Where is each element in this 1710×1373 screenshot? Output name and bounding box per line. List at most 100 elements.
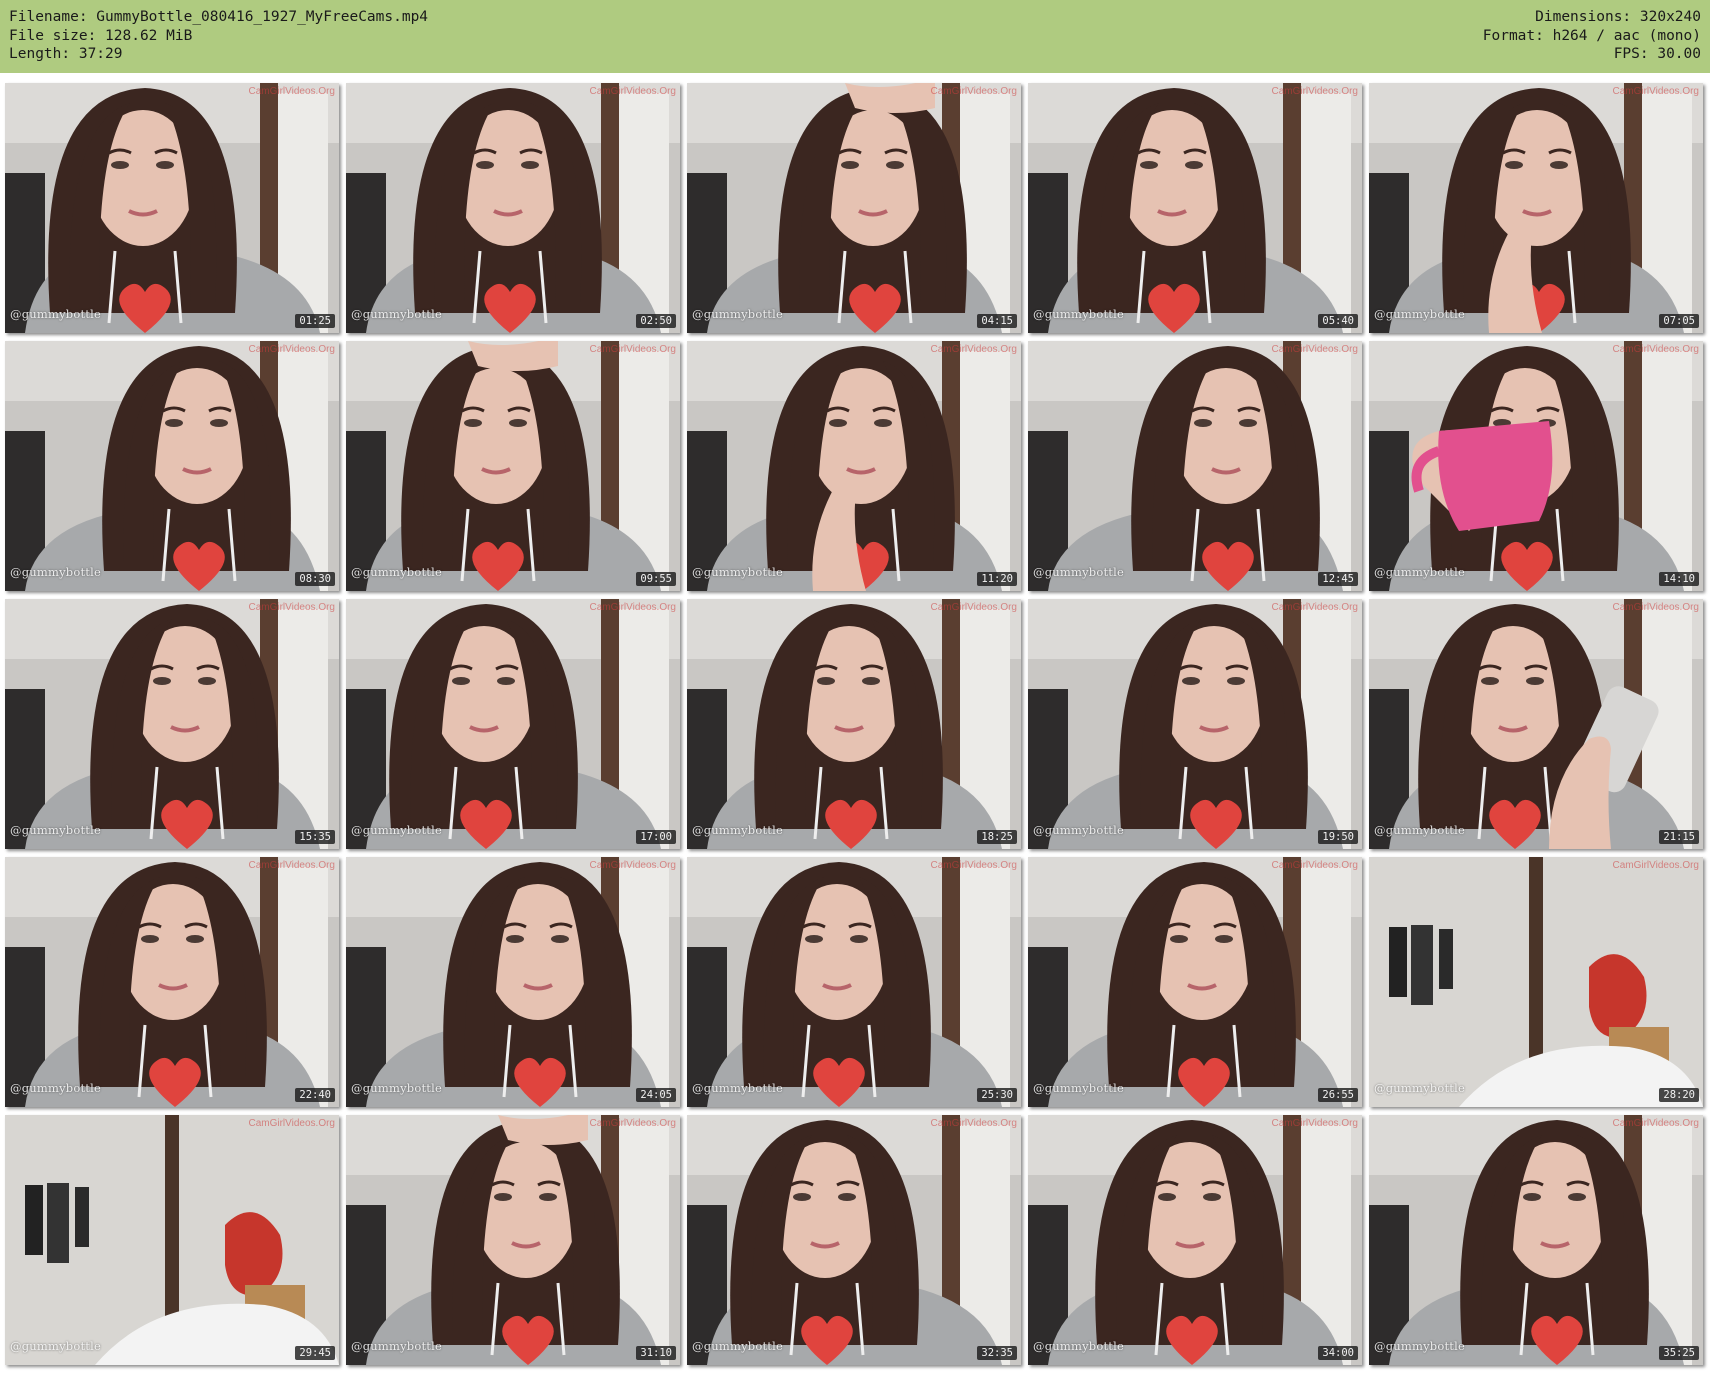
video-thumbnail[interactable]: @gummybottle CamGirlVideos.Org 14:10 [1369, 341, 1703, 591]
site-watermark: CamGirlVideos.Org [930, 602, 1017, 613]
timestamp-label: 35:25 [1659, 1346, 1699, 1360]
thumbnail-frame [1028, 857, 1362, 1107]
video-thumbnail[interactable]: @gummybottle CamGirlVideos.Org 22:40 [5, 857, 339, 1107]
video-thumbnail[interactable]: @gummybottle CamGirlVideos.Org 35:25 [1369, 1115, 1703, 1365]
site-watermark: CamGirlVideos.Org [930, 344, 1017, 355]
site-watermark: CamGirlVideos.Org [1271, 602, 1358, 613]
timestamp-label: 22:40 [295, 1088, 335, 1102]
file-info-left: Filename: GummyBottle_080416_1927_MyFree… [9, 8, 428, 64]
video-thumbnail[interactable]: @gummybottle CamGirlVideos.Org 15:35 [5, 599, 339, 849]
thumbnail-frame [346, 341, 680, 591]
site-watermark: CamGirlVideos.Org [1612, 344, 1699, 355]
timestamp-label: 28:20 [1659, 1088, 1699, 1102]
thumbnail-frame [687, 341, 1021, 591]
timestamp-label: 12:45 [1318, 572, 1358, 586]
filename-text: Filename: GummyBottle_080416_1927_MyFree… [9, 9, 429, 25]
thumbnail-frame [1028, 599, 1362, 849]
thumbnail-frame [1369, 857, 1703, 1107]
timestamp-label: 29:45 [295, 1346, 335, 1360]
video-thumbnail[interactable]: @gummybottle CamGirlVideos.Org 21:15 [1369, 599, 1703, 849]
video-thumbnail[interactable]: @gummybottle CamGirlVideos.Org 29:45 [5, 1115, 339, 1365]
video-thumbnail[interactable]: @gummybottle CamGirlVideos.Org 18:25 [687, 599, 1021, 849]
video-thumbnail[interactable]: @gummybottle CamGirlVideos.Org 11:20 [687, 341, 1021, 591]
site-watermark: CamGirlVideos.Org [1271, 860, 1358, 871]
thumbnail-frame [1028, 1115, 1362, 1365]
video-thumbnail[interactable]: @gummybottle CamGirlVideos.Org 05:40 [1028, 83, 1362, 333]
file-info-header: Filename: GummyBottle_080416_1927_MyFree… [0, 0, 1710, 73]
thumbnail-frame [346, 83, 680, 333]
site-watermark: CamGirlVideos.Org [1271, 1118, 1358, 1129]
timestamp-label: 01:25 [295, 314, 335, 328]
watermark-text: @gummybottle [351, 1081, 442, 1095]
timestamp-label: 09:55 [636, 572, 676, 586]
thumbnail-frame [346, 599, 680, 849]
watermark-text: @gummybottle [1033, 1081, 1124, 1095]
video-thumbnail[interactable]: @gummybottle CamGirlVideos.Org 04:15 [687, 83, 1021, 333]
watermark-text: @gummybottle [1374, 1081, 1465, 1095]
thumbnail-frame [346, 1115, 680, 1365]
video-thumbnail[interactable]: @gummybottle CamGirlVideos.Org 32:35 [687, 1115, 1021, 1365]
thumbnail-frame [687, 857, 1021, 1107]
site-watermark: CamGirlVideos.Org [589, 602, 676, 613]
site-watermark: CamGirlVideos.Org [1271, 86, 1358, 97]
timestamp-label: 26:55 [1318, 1088, 1358, 1102]
site-watermark: CamGirlVideos.Org [589, 860, 676, 871]
thumbnail-frame [1028, 341, 1362, 591]
site-watermark: CamGirlVideos.Org [248, 860, 335, 871]
site-watermark: CamGirlVideos.Org [589, 86, 676, 97]
watermark-text: @gummybottle [1374, 565, 1465, 579]
timestamp-label: 21:15 [1659, 830, 1699, 844]
video-thumbnail[interactable]: @gummybottle CamGirlVideos.Org 08:30 [5, 341, 339, 591]
watermark-text: @gummybottle [692, 565, 783, 579]
thumbnail-frame [346, 857, 680, 1107]
filesize-text: File size: 128.62 MiB [9, 27, 193, 44]
site-watermark: CamGirlVideos.Org [1612, 860, 1699, 871]
timestamp-label: 04:15 [977, 314, 1017, 328]
video-thumbnail[interactable]: @gummybottle CamGirlVideos.Org 12:45 [1028, 341, 1362, 591]
watermark-text: @gummybottle [10, 307, 101, 321]
video-thumbnail[interactable]: @gummybottle CamGirlVideos.Org 02:50 [346, 83, 680, 333]
format-text: Format: h264 / aac (mono) [1482, 27, 1701, 44]
timestamp-label: 08:30 [295, 572, 335, 586]
site-watermark: CamGirlVideos.Org [1271, 344, 1358, 355]
video-thumbnail[interactable]: @gummybottle CamGirlVideos.Org 07:05 [1369, 83, 1703, 333]
video-thumbnail[interactable]: @gummybottle CamGirlVideos.Org 25:30 [687, 857, 1021, 1107]
video-thumbnail[interactable]: @gummybottle CamGirlVideos.Org 09:55 [346, 341, 680, 591]
video-thumbnail[interactable]: @gummybottle CamGirlVideos.Org 24:05 [346, 857, 680, 1107]
watermark-text: @gummybottle [1374, 1339, 1465, 1353]
video-thumbnail[interactable]: @gummybottle CamGirlVideos.Org 31:10 [346, 1115, 680, 1365]
timestamp-label: 25:30 [977, 1088, 1017, 1102]
watermark-text: @gummybottle [10, 565, 101, 579]
timestamp-label: 17:00 [636, 830, 676, 844]
site-watermark: CamGirlVideos.Org [589, 1118, 676, 1129]
site-watermark: CamGirlVideos.Org [1612, 1118, 1699, 1129]
site-watermark: CamGirlVideos.Org [930, 860, 1017, 871]
watermark-text: @gummybottle [351, 565, 442, 579]
video-thumbnail[interactable]: @gummybottle CamGirlVideos.Org 28:20 [1369, 857, 1703, 1107]
timestamp-label: 15:35 [295, 830, 335, 844]
video-thumbnail[interactable]: @gummybottle CamGirlVideos.Org 01:25 [5, 83, 339, 333]
thumbnail-frame [1369, 83, 1703, 333]
watermark-text: @gummybottle [351, 823, 442, 837]
thumbnail-frame [1369, 341, 1703, 591]
watermark-text: @gummybottle [1033, 1339, 1124, 1353]
video-thumbnail[interactable]: @gummybottle CamGirlVideos.Org 34:00 [1028, 1115, 1362, 1365]
video-thumbnail[interactable]: @gummybottle CamGirlVideos.Org 19:50 [1028, 599, 1362, 849]
timestamp-label: 11:20 [977, 572, 1017, 586]
site-watermark: CamGirlVideos.Org [248, 86, 335, 97]
site-watermark: CamGirlVideos.Org [248, 602, 335, 613]
file-info-right: Dimensions: 320x240 Format: h264 / aac (… [1483, 8, 1701, 64]
thumbnail-frame [1369, 599, 1703, 849]
thumbnail-frame [5, 1115, 339, 1365]
dimensions-text: Dimensions: 320x240 [1535, 9, 1701, 25]
thumbnail-frame [5, 341, 339, 591]
video-thumbnail[interactable]: @gummybottle CamGirlVideos.Org 26:55 [1028, 857, 1362, 1107]
watermark-text: @gummybottle [1374, 307, 1465, 321]
site-watermark: CamGirlVideos.Org [589, 344, 676, 355]
thumbnail-frame [5, 83, 339, 333]
timestamp-label: 24:05 [636, 1088, 676, 1102]
watermark-text: @gummybottle [692, 307, 783, 321]
thumbnail-frame [5, 857, 339, 1107]
timestamp-label: 14:10 [1659, 572, 1699, 586]
video-thumbnail[interactable]: @gummybottle CamGirlVideos.Org 17:00 [346, 599, 680, 849]
